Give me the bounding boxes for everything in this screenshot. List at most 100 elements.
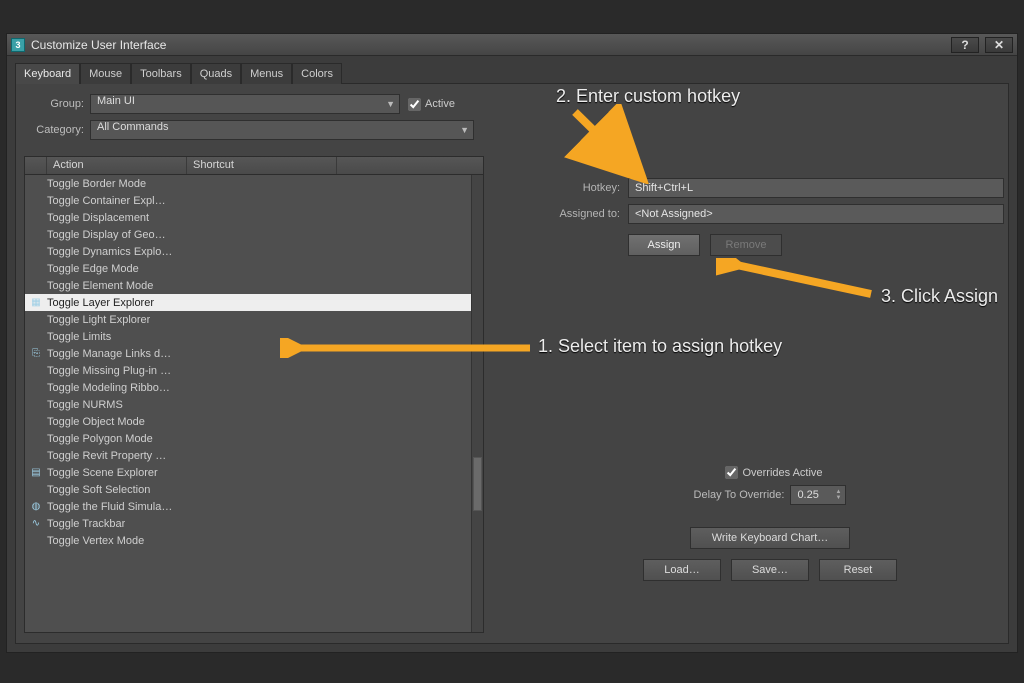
track-icon: ∿ — [27, 518, 45, 529]
tab-quads[interactable]: Quads — [191, 63, 241, 84]
list-item[interactable]: ▤Toggle Scene Explorer — [25, 464, 471, 481]
assigned-field: <Not Assigned> — [628, 204, 1004, 224]
layer-icon: ▦ — [27, 297, 45, 308]
active-checkbox[interactable]: Active — [408, 98, 455, 111]
assigned-value: <Not Assigned> — [635, 208, 713, 220]
load-button[interactable]: Load… — [643, 559, 721, 581]
list-item-label: Toggle Edge Mode — [45, 263, 139, 275]
list-body[interactable]: Toggle Border Mode Toggle Container Expl…… — [25, 175, 471, 632]
col-action[interactable]: Action — [47, 157, 187, 174]
list-item-label: Toggle Displacement — [45, 212, 149, 224]
list-item-label: Toggle Dynamics Explo… — [45, 246, 172, 258]
overrides-active-checkbox[interactable]: Overrides Active — [725, 466, 822, 479]
list-item[interactable]: Toggle Object Mode — [25, 413, 471, 430]
col-shortcut[interactable]: Shortcut — [187, 157, 337, 174]
category-label: Category: — [24, 124, 90, 136]
hotkey-input[interactable] — [628, 178, 1004, 198]
delay-label: Delay To Override: — [694, 489, 785, 501]
list-item[interactable]: Toggle Vertex Mode — [25, 532, 471, 549]
list-item-label: Toggle Layer Explorer — [45, 297, 154, 309]
list-item-label: Toggle Missing Plug-in … — [45, 365, 171, 377]
titlebar[interactable]: 3 Customize User Interface ? ✕ — [7, 34, 1017, 56]
right-column: Hotkey: Assigned to: <Not Assigned> Assi… — [536, 178, 1004, 633]
tab-colors[interactable]: Colors — [292, 63, 342, 84]
fluid-icon: ◍ — [27, 501, 45, 512]
scene-icon: ▤ — [27, 467, 45, 478]
tab-mouse[interactable]: Mouse — [80, 63, 131, 84]
list-item-label: Toggle Modeling Ribbo… — [45, 382, 170, 394]
group-value: Main UI — [97, 95, 135, 107]
help-button[interactable]: ? — [951, 37, 979, 53]
list-item[interactable]: Toggle Container Expl… — [25, 192, 471, 209]
list-item[interactable]: Toggle Light Explorer — [25, 311, 471, 328]
reset-button[interactable]: Reset — [819, 559, 897, 581]
hotkey-label: Hotkey: — [536, 182, 628, 194]
list-item-label: Toggle the Fluid Simula… — [45, 501, 172, 513]
list-item[interactable]: ▦Toggle Layer Explorer — [25, 294, 471, 311]
list-item[interactable]: Toggle Displacement — [25, 209, 471, 226]
list-item-label: Toggle Limits — [45, 331, 111, 343]
save-button[interactable]: Save… — [731, 559, 809, 581]
list-item-label: Toggle Light Explorer — [45, 314, 150, 326]
list-item-label: Toggle Container Expl… — [45, 195, 166, 207]
active-check-input[interactable] — [408, 98, 421, 111]
delay-spinner[interactable]: 0.25 ▲▼ — [790, 485, 846, 505]
delay-value: 0.25 — [797, 489, 818, 501]
list-item-label: Toggle NURMS — [45, 399, 123, 411]
list-item-label: Toggle Vertex Mode — [45, 535, 144, 547]
list-item-label: Toggle Polygon Mode — [45, 433, 153, 445]
group-label: Group: — [24, 98, 90, 110]
list-item[interactable]: ⎘Toggle Manage Links d… — [25, 345, 471, 362]
chevron-down-icon: ▼ — [460, 125, 469, 135]
list-item-label: Toggle Revit Property … — [45, 450, 166, 462]
tab-strip: Keyboard Mouse Toolbars Quads Menus Colo… — [15, 62, 1009, 84]
list-item[interactable]: Toggle Edge Mode — [25, 260, 471, 277]
list-item[interactable]: Toggle Modeling Ribbo… — [25, 379, 471, 396]
write-chart-button[interactable]: Write Keyboard Chart… — [690, 527, 850, 549]
tab-toolbars[interactable]: Toolbars — [131, 63, 191, 84]
list-item[interactable]: Toggle Soft Selection — [25, 481, 471, 498]
list-item[interactable]: Toggle Polygon Mode — [25, 430, 471, 447]
list-item[interactable]: ∿Toggle Trackbar — [25, 515, 471, 532]
list-item[interactable]: Toggle Revit Property … — [25, 447, 471, 464]
overrides-active-label: Overrides Active — [742, 467, 822, 479]
list-item-label: Toggle Trackbar — [45, 518, 125, 530]
scrollbar[interactable] — [471, 175, 483, 632]
category-select[interactable]: All Commands ▼ — [90, 120, 474, 140]
assign-button[interactable]: Assign — [628, 234, 700, 256]
col-icon[interactable] — [25, 157, 47, 174]
overrides-check-input[interactable] — [725, 466, 738, 479]
list-item[interactable]: Toggle Limits — [25, 328, 471, 345]
assigned-label: Assigned to: — [536, 208, 628, 220]
link-icon: ⎘ — [27, 348, 45, 359]
spinner-arrows-icon[interactable]: ▲▼ — [835, 489, 841, 501]
client-area: Keyboard Mouse Toolbars Quads Menus Colo… — [15, 62, 1009, 644]
app-icon: 3 — [11, 38, 25, 52]
chevron-down-icon: ▼ — [386, 99, 395, 109]
list-item-label: Toggle Border Mode — [45, 178, 146, 190]
tab-menus[interactable]: Menus — [241, 63, 292, 84]
action-list: Action Shortcut Toggle Border ModeToggle… — [24, 156, 484, 633]
list-item-label: Toggle Scene Explorer — [45, 467, 158, 479]
list-item[interactable]: Toggle NURMS — [25, 396, 471, 413]
list-item[interactable]: Toggle Missing Plug-in … — [25, 362, 471, 379]
list-item-label: Toggle Display of Geo… — [45, 229, 166, 241]
group-select[interactable]: Main UI ▼ — [90, 94, 400, 114]
list-item-label: Toggle Object Mode — [45, 416, 145, 428]
list-item[interactable]: Toggle Dynamics Explo… — [25, 243, 471, 260]
remove-button: Remove — [710, 234, 782, 256]
scrollbar-thumb[interactable] — [473, 457, 482, 511]
list-item-label: Toggle Manage Links d… — [45, 348, 171, 360]
list-item-label: Toggle Soft Selection — [45, 484, 150, 496]
list-item-label: Toggle Element Mode — [45, 280, 153, 292]
active-label: Active — [425, 98, 455, 110]
list-item[interactable]: Toggle Display of Geo… — [25, 226, 471, 243]
keyboard-panel: Group: Main UI ▼ Active Category: All Co… — [15, 84, 1009, 644]
list-item[interactable]: Toggle Border Mode — [25, 175, 471, 192]
customize-ui-window: 3 Customize User Interface ? ✕ Keyboard … — [6, 33, 1018, 653]
tab-keyboard[interactable]: Keyboard — [15, 63, 80, 84]
list-item[interactable]: Toggle Element Mode — [25, 277, 471, 294]
close-button[interactable]: ✕ — [985, 37, 1013, 53]
list-item[interactable]: ◍Toggle the Fluid Simula… — [25, 498, 471, 515]
list-header: Action Shortcut — [25, 157, 483, 175]
